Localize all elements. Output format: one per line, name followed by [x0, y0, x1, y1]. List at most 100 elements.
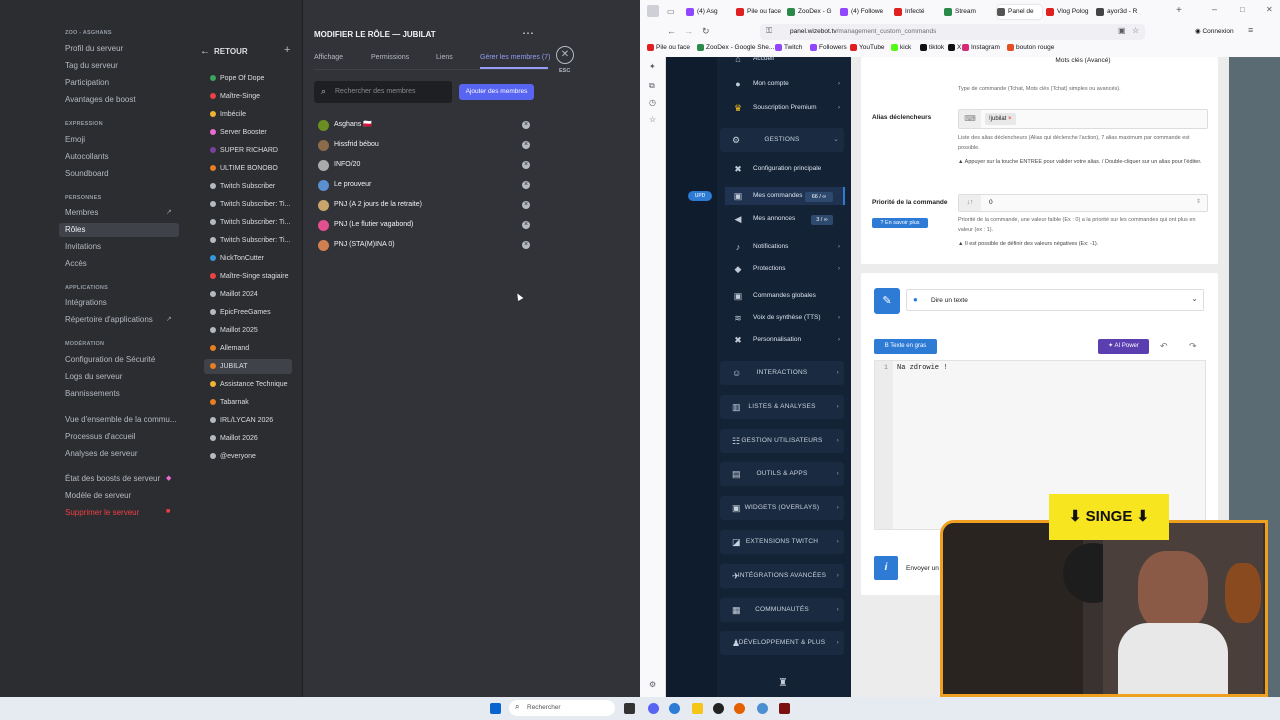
menu-section[interactable]: ☺ INTERACTIONS ›	[720, 361, 844, 385]
priority-input[interactable]: ↓↑ 0 ⇕	[958, 194, 1208, 212]
task-view-icon[interactable]	[624, 703, 635, 714]
menu-item[interactable]: ◆ Protections ›	[725, 260, 845, 278]
menu-section[interactable]: ▥ LISTES & ANALYSES ›	[720, 394, 844, 419]
synced-tabs-icon[interactable]: ⧉	[649, 81, 655, 91]
remove-member-icon[interactable]: ×	[522, 241, 530, 249]
browser-tab[interactable]: ZooDex - G	[787, 5, 837, 19]
learn-more-button[interactable]: ? En savoir plus	[872, 218, 928, 228]
redo-icon[interactable]: ↷	[1189, 341, 1197, 352]
ai-chat-icon[interactable]: ✦	[649, 62, 656, 71]
browser-tab[interactable]: Vlog Polog	[1046, 5, 1092, 19]
bookmark-item[interactable]: bouton rouge	[1007, 42, 1054, 54]
nav-item-soundboard[interactable]: Soundboard	[65, 169, 109, 178]
nav-item-server-tag[interactable]: Tag du serveur	[65, 61, 118, 70]
bookmark-star-icon[interactable]: ☆	[1132, 26, 1139, 35]
role-item[interactable]: Tabarnak	[204, 395, 292, 410]
ai-power-button[interactable]: ✦ AI Power	[1098, 339, 1149, 354]
nav-item-server-template[interactable]: Modèle de serveur	[65, 491, 131, 500]
add-role-icon[interactable]: +	[284, 44, 290, 56]
role-item[interactable]: Pope Of Dope	[204, 71, 292, 86]
file-explorer-icon[interactable]	[692, 703, 703, 714]
role-item[interactable]: @everyone	[204, 449, 292, 464]
more-options-icon[interactable]: ⋯	[522, 26, 534, 40]
menu-home[interactable]: ⌂ Accueil	[725, 50, 845, 68]
sidebar-toggle-icon[interactable]	[647, 5, 659, 17]
role-item[interactable]: ULTIME BONOBO	[204, 161, 292, 176]
remove-member-icon[interactable]: ×	[522, 201, 530, 209]
role-item[interactable]: Maître-Singe stagiaire	[204, 269, 292, 284]
bookmark-item[interactable]: YouTube	[850, 42, 885, 54]
command-type-value[interactable]: Mots clés (Avancé)	[958, 57, 1208, 69]
nav-item-delete-server[interactable]: Supprimer le serveur	[65, 508, 139, 517]
bookmark-item[interactable]: kick	[891, 42, 911, 54]
maximize-icon[interactable]: □	[1240, 5, 1245, 14]
menu-item[interactable]: ✖ Configuration principale	[725, 160, 845, 178]
nav-item-participation[interactable]: Participation	[65, 78, 109, 87]
back-icon[interactable]: ←	[667, 26, 676, 36]
remove-alias-icon[interactable]: ×	[1008, 116, 1012, 122]
minimize-icon[interactable]: –	[1212, 4, 1217, 14]
menu-section[interactable]: ✈ INTÉGRATIONS AVANCÉES ›	[720, 563, 844, 588]
reload-icon[interactable]: ↻	[702, 26, 710, 37]
taskbar-search[interactable]: ⌕ Rechercher	[509, 700, 615, 716]
browser-tab[interactable]: Infecté	[894, 5, 940, 19]
forward-icon[interactable]: →	[684, 26, 693, 36]
browser-tab[interactable]: (4) Asg	[686, 5, 732, 19]
nav-item-bans[interactable]: Bannissements	[65, 389, 120, 398]
role-item[interactable]: SUPER RICHARD	[204, 143, 292, 158]
remove-member-icon[interactable]: ×	[522, 161, 530, 169]
add-members-button[interactable]: Ajouter des membres	[459, 84, 534, 100]
role-item[interactable]: Imbécile	[204, 107, 292, 122]
undo-icon[interactable]: ↶	[1160, 341, 1168, 352]
role-item[interactable]: EpicFreeGames	[204, 305, 292, 320]
bold-text-button[interactable]: B Texte en gras	[874, 339, 937, 354]
menu-item[interactable]: ✖ Personnalisation ›	[725, 331, 845, 349]
tab-display[interactable]: Affichage	[314, 54, 343, 61]
menu-section[interactable]: ☷ GESTION UTILISATEURS ›	[720, 428, 844, 453]
browser-tab[interactable]: Pile ou face	[736, 5, 784, 19]
nav-item-app-directory[interactable]: Répertoire d'applications	[65, 315, 153, 324]
role-item[interactable]: Maître-Singe	[204, 89, 292, 104]
menu-item[interactable]: ≋ Voix de synthèse (TTS) ›	[725, 309, 845, 327]
menu-item[interactable]: ▣ Commandes globales	[725, 287, 845, 305]
nav-item-invites[interactable]: Invitations	[65, 242, 101, 251]
windows-start-icon[interactable]	[490, 703, 501, 714]
nav-item-onboarding[interactable]: Processus d'accueil	[65, 432, 135, 441]
bookmarks-icon[interactable]: ☆	[649, 115, 656, 124]
nav-item-server-profile[interactable]: Profil du serveur	[65, 44, 123, 53]
back-arrow-icon[interactable]: ←	[200, 46, 210, 57]
role-item[interactable]: Twitch Subscriber: Ti...	[204, 215, 292, 230]
app-icon[interactable]	[757, 703, 768, 714]
nav-item-analytics[interactable]: Analyses de serveur	[65, 449, 137, 458]
discord-app-icon[interactable]	[648, 703, 659, 714]
role-item[interactable]: Twitch Subscriber: Ti...	[204, 233, 292, 248]
nav-item-boost-perks[interactable]: Avantages de boost	[65, 95, 136, 104]
menu-section[interactable]: ▦ COMMUNAUTÉS ›	[720, 597, 844, 622]
nav-item-community-overview[interactable]: Vue d'ensemble de la commu...	[65, 415, 177, 424]
firefox-icon[interactable]	[734, 703, 745, 714]
role-item[interactable]: Maillot 2026	[204, 431, 292, 446]
tab-manage-members[interactable]: Gérer les membres (7)	[480, 54, 550, 61]
menu-section[interactable]: ▣ WIDGETS (OVERLAYS) ›	[720, 496, 844, 521]
menu-premium[interactable]: ♛ Souscription Premium ›	[725, 99, 845, 117]
nav-item-integrations[interactable]: Intégrations	[65, 298, 107, 307]
app-icon[interactable]	[669, 703, 680, 714]
menu-icon[interactable]: ≡	[1248, 25, 1253, 35]
role-item[interactable]: Twitch Subscriber: Ti...	[204, 197, 292, 212]
obs-icon[interactable]	[713, 703, 724, 714]
role-item[interactable]: Server Booster	[204, 125, 292, 140]
tab-links[interactable]: Liens	[436, 54, 453, 61]
bookmark-item[interactable]: Pile ou face	[647, 42, 690, 54]
member-search-input[interactable]: ⌕ Rechercher des membres	[314, 81, 452, 103]
nav-item-members[interactable]: Membres	[65, 208, 98, 217]
app-icon[interactable]	[779, 703, 790, 714]
browser-tab[interactable]: Stream	[944, 5, 993, 19]
browser-tab[interactable]: Panel de	[997, 5, 1042, 19]
bookmark-item[interactable]: tiktok	[920, 42, 944, 54]
browser-tab[interactable]: ayor3d - R	[1096, 5, 1144, 19]
tab-permissions[interactable]: Permissions	[371, 54, 409, 61]
menu-item[interactable]: ♪ Notifications ›	[725, 238, 845, 256]
menu-account[interactable]: ● Mon compte ›	[725, 75, 845, 93]
menu-section[interactable]: ▤ OUTILS & APPS ›	[720, 462, 844, 487]
account-button[interactable]: ◉ Connexion	[1195, 27, 1234, 35]
